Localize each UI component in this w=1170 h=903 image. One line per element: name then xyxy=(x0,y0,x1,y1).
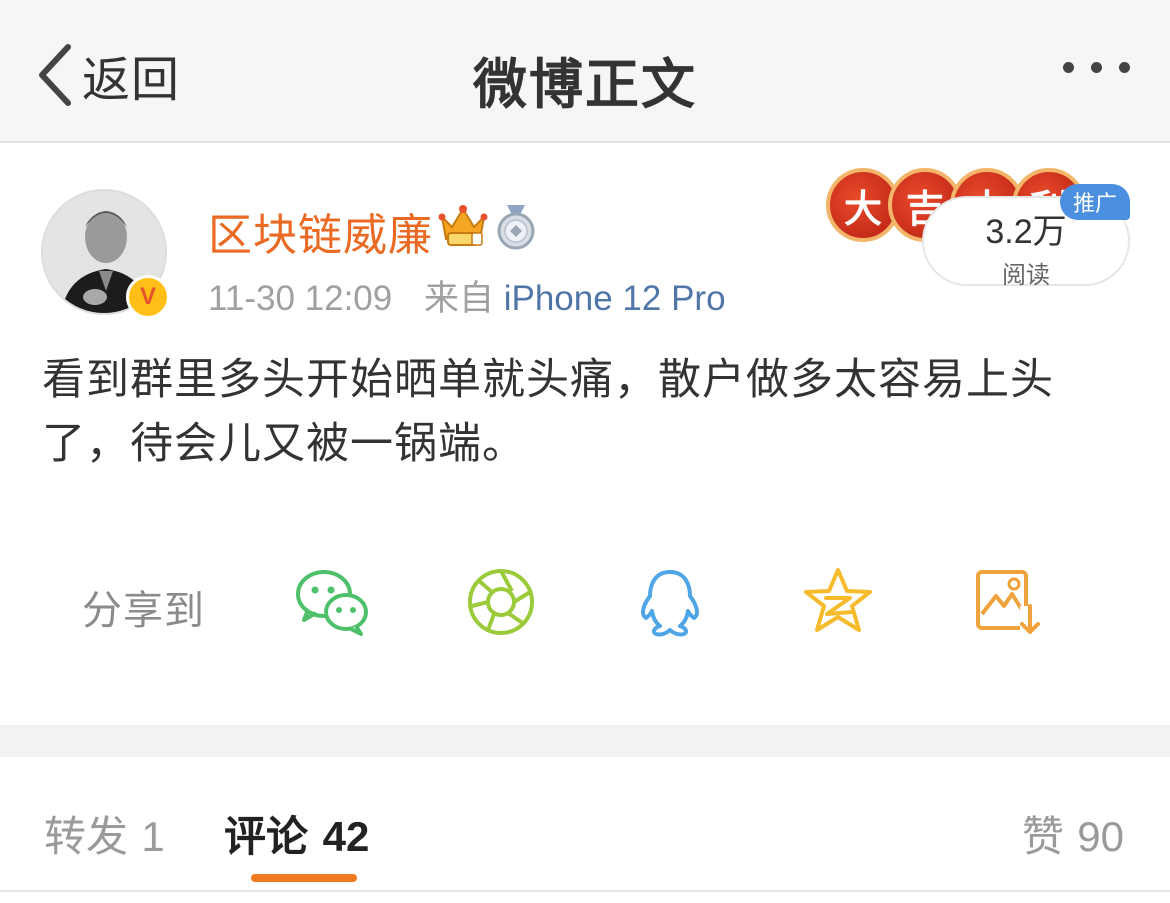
verified-badge: V xyxy=(126,275,170,319)
post-source-device[interactable]: iPhone 12 Pro xyxy=(504,279,726,318)
top-navbar: 返回 微博正文 xyxy=(0,0,1170,143)
tab-like-label: 赞 xyxy=(1021,812,1064,861)
tab-repost[interactable]: 转发 1 xyxy=(44,803,165,864)
post-source-label: 来自 xyxy=(423,279,494,318)
post-meta: 11-30 12:09 来自 iPhone 12 Pro xyxy=(208,270,726,321)
more-options-button[interactable] xyxy=(1063,62,1130,73)
more-dot-icon xyxy=(1091,62,1102,73)
qq-icon[interactable] xyxy=(632,566,708,638)
active-tab-indicator xyxy=(251,874,357,882)
wechat-icon[interactable] xyxy=(294,566,370,638)
post-text: 看到群里多头开始晒单就头痛，散户做多太容易上头了，待会儿又被一锅端。 xyxy=(42,355,1054,469)
tab-comment[interactable]: 评论 42 xyxy=(224,803,369,864)
moments-icon[interactable] xyxy=(464,566,540,638)
tab-repost-label: 转发 xyxy=(44,812,129,861)
verified-badge-letter: V xyxy=(139,283,156,310)
share-label: 分享到 xyxy=(82,588,205,634)
more-dot-icon xyxy=(1119,62,1130,73)
section-divider xyxy=(0,725,1170,757)
save-image-icon[interactable] xyxy=(970,566,1046,638)
more-dot-icon xyxy=(1063,62,1074,73)
crown-vip-icon[interactable] xyxy=(438,203,488,247)
tab-comment-label: 评论 xyxy=(224,812,309,861)
read-count-label: 阅读 xyxy=(1002,261,1050,289)
tab-repost-count: 1 xyxy=(141,813,165,860)
qzone-icon[interactable] xyxy=(800,566,876,638)
tab-like-count: 90 xyxy=(1077,813,1124,860)
interaction-tabs: 转发 1 评论 42 赞 90 xyxy=(0,757,1170,892)
username[interactable]: 区块链威廉 xyxy=(208,199,433,263)
medal-icon[interactable] xyxy=(495,203,537,251)
promoted-badge: 推广 xyxy=(1060,184,1130,220)
page-title: 微博正文 xyxy=(473,53,697,116)
tab-like[interactable]: 赞 90 xyxy=(1022,803,1124,864)
tab-comment-count: 42 xyxy=(322,813,370,860)
avatar[interactable]: V xyxy=(41,189,170,319)
post-time: 11-30 12:09 xyxy=(208,279,393,318)
